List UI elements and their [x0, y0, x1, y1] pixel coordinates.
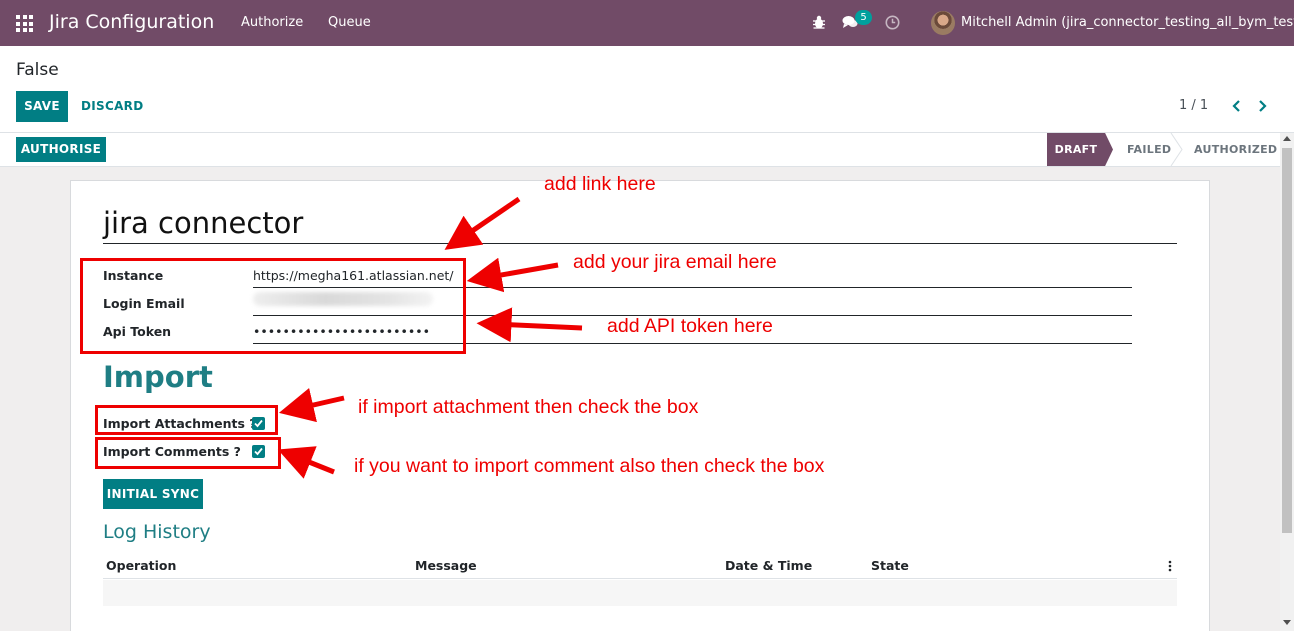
stage-separator-icon	[1170, 133, 1183, 166]
stage-draft[interactable]: DRAFT	[1047, 133, 1113, 166]
annotation-comment-text: if you want to import comment also then …	[354, 455, 825, 477]
column-state[interactable]: State	[871, 558, 909, 573]
control-panel: False SAVE DISCARD 1 / 1	[0, 46, 1294, 133]
user-avatar[interactable]	[931, 11, 955, 35]
column-operation[interactable]: Operation	[106, 558, 176, 573]
annotation-email-text: add your jira email here	[573, 251, 777, 273]
annotation-token-text: add API token here	[607, 315, 773, 337]
authorise-button[interactable]: AUTHORISE	[16, 137, 106, 162]
column-date-time[interactable]: Date & Time	[725, 558, 812, 573]
connector-name-input[interactable]: jira connector	[103, 206, 1177, 244]
annotation-link-text: add link here	[544, 173, 656, 195]
debug-bug-icon[interactable]	[812, 14, 826, 30]
apps-menu-icon[interactable]	[16, 15, 33, 32]
pager-next-icon[interactable]	[1258, 100, 1268, 112]
discard-button[interactable]: DISCARD	[81, 99, 143, 113]
save-button[interactable]: SAVE	[16, 91, 68, 122]
breadcrumb-record-title: False	[16, 60, 59, 80]
optional-columns-icon[interactable]	[1167, 560, 1173, 572]
menu-queue[interactable]: Queue	[328, 15, 371, 30]
annotation-credentials-box	[80, 258, 466, 354]
messages-count-badge: 5	[855, 10, 872, 25]
menu-authorize[interactable]: Authorize	[241, 15, 303, 30]
pager-value[interactable]: 1 / 1	[1179, 98, 1208, 113]
activity-clock-icon[interactable]	[885, 15, 900, 30]
annotation-attachments-box	[95, 405, 278, 435]
stage-failed[interactable]: FAILED	[1127, 133, 1171, 166]
initial-sync-button[interactable]: INITIAL SYNC	[103, 479, 203, 509]
stage-authorized[interactable]: AUTHORIZED	[1194, 133, 1277, 166]
column-message[interactable]: Message	[415, 558, 477, 573]
app-title[interactable]: Jira Configuration	[49, 11, 214, 33]
user-menu[interactable]: Mitchell Admin (jira_connector_testing_a…	[961, 15, 1294, 30]
annotation-comments-box	[95, 437, 281, 469]
annotation-attachment-text: if import attachment then check the box	[358, 396, 699, 418]
pager-previous-icon[interactable]	[1231, 100, 1241, 112]
import-section-title: Import	[103, 360, 213, 394]
scrollbar-thumb[interactable]	[1282, 148, 1292, 533]
scroll-down-arrow-icon[interactable]	[1283, 620, 1291, 625]
scroll-up-arrow-icon[interactable]	[1283, 136, 1291, 141]
top-navbar: Jira Configuration Authorize Queue 5 Mit…	[0, 0, 1294, 46]
table-row	[103, 580, 1177, 606]
table-header-divider	[103, 578, 1177, 579]
form-statusbar: AUTHORISE DRAFT FAILED AUTHORIZED	[0, 133, 1294, 167]
log-history-title: Log History	[103, 521, 211, 543]
